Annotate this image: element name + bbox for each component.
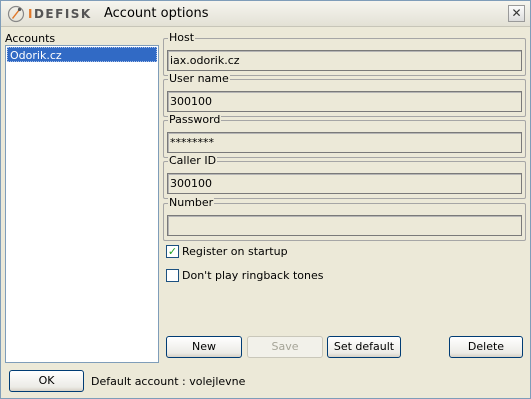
set-default-button[interactable]: Set default	[327, 336, 401, 358]
close-button[interactable]: ✕	[508, 5, 525, 22]
idefisk-logo-icon	[7, 5, 25, 23]
password-label: Password	[168, 113, 222, 126]
account-item-odorik[interactable]: Odorik.cz	[7, 47, 157, 62]
accounts-list[interactable]: Odorik.cz	[5, 45, 159, 363]
register-checkbox[interactable]: ✓	[166, 244, 179, 258]
window-title: Account options	[104, 6, 209, 21]
checkmark-icon: ✓	[167, 244, 178, 258]
host-label: Host	[168, 31, 196, 44]
delete-button[interactable]: Delete	[449, 336, 523, 358]
app-logo: IDEFISK	[7, 5, 92, 23]
callerid-group: Caller ID 300100	[163, 155, 526, 199]
password-group: Password ********	[163, 114, 526, 158]
callerid-field[interactable]: 300100	[167, 173, 522, 194]
host-field[interactable]: iax.odorik.cz	[167, 50, 522, 71]
default-account-text: Default account : volejlevne	[91, 375, 246, 388]
username-field[interactable]: 300100	[167, 91, 522, 112]
register-on-startup-option[interactable]: ✓ Register on startup	[166, 244, 288, 258]
register-label: Register on startup	[182, 244, 288, 258]
ringback-label: Don't play ringback tones	[182, 268, 324, 282]
number-field[interactable]	[167, 215, 522, 236]
logo-text: IDEFISK	[28, 7, 92, 21]
username-label: User name	[168, 72, 230, 85]
number-group: Number	[163, 197, 526, 241]
host-group: Host iax.odorik.cz	[163, 32, 526, 76]
callerid-label: Caller ID	[168, 154, 218, 167]
password-field[interactable]: ********	[167, 132, 522, 153]
save-button[interactable]: Save	[247, 336, 323, 358]
close-icon: ✕	[511, 6, 522, 20]
username-group: User name 300100	[163, 73, 526, 117]
new-button[interactable]: New	[166, 336, 242, 358]
ok-button[interactable]: OK	[9, 370, 84, 392]
number-label: Number	[168, 196, 215, 209]
accounts-label: Accounts	[5, 32, 56, 45]
ringback-checkbox[interactable]	[166, 268, 179, 282]
title-bar: IDEFISK Account options ✕	[1, 1, 530, 27]
ringback-option[interactable]: Don't play ringback tones	[166, 268, 323, 282]
account-options-window: IDEFISK Account options ✕ Accounts Odori…	[0, 0, 531, 399]
